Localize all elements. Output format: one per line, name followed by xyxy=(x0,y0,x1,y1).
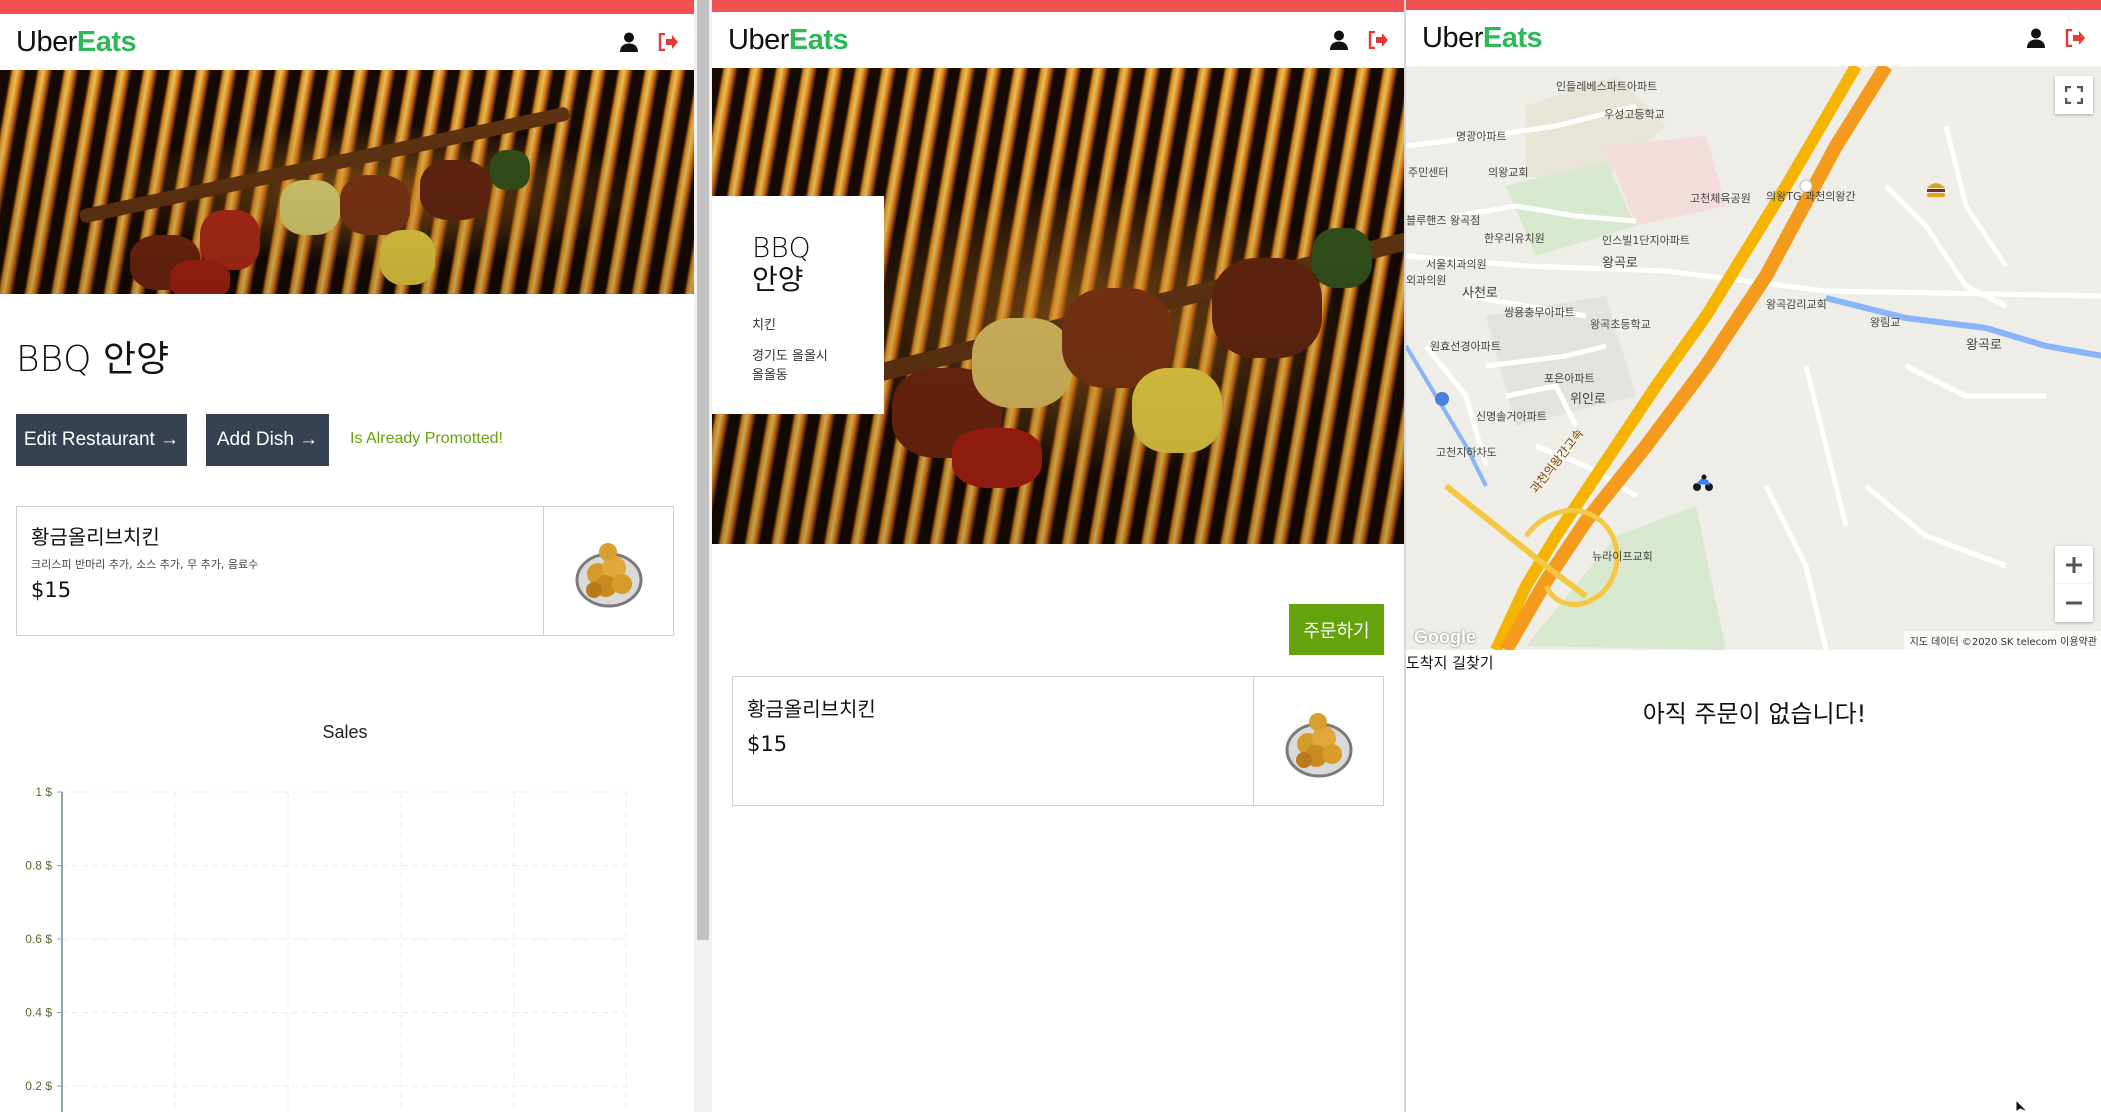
dish-photo xyxy=(1253,677,1383,805)
restaurant-marker-icon[interactable] xyxy=(1926,180,1946,202)
map-label: 의왕교회 xyxy=(1488,166,1529,179)
dish-card[interactable]: 황금올리브치킨 크리스피 반마리 추가, 소스 추가, 무 추가, 음료수 $1… xyxy=(16,506,674,636)
fullscreen-icon xyxy=(2065,86,2083,104)
top-banner xyxy=(712,0,1404,12)
logout-icon[interactable] xyxy=(2065,29,2085,47)
map-label: 원효선경아파트 xyxy=(1430,340,1501,353)
y-tick-label: 1 $ xyxy=(35,785,52,799)
owner-panel-scrollbar[interactable] xyxy=(694,0,712,1112)
map-label: 왕곡초등학교 xyxy=(1590,318,1651,331)
restaurant-name-line1: BBQ xyxy=(752,231,811,264)
logo-eats: Eats xyxy=(788,23,849,56)
map-label: 외과의원 xyxy=(1406,274,1447,287)
minus-icon xyxy=(2066,601,2082,605)
sales-chart: 1 $ 0.8 $ 0.6 $ 0.4 $ 0.2 $ xyxy=(25,785,627,1112)
logout-icon[interactable] xyxy=(1368,31,1388,49)
top-banner xyxy=(0,0,694,14)
restaurant-title: BBQ 안양 xyxy=(16,339,170,380)
dish-photo xyxy=(543,507,673,635)
user-icon[interactable] xyxy=(620,32,638,52)
map-label: 한우리유치원 xyxy=(1484,232,1545,245)
map-label: 왕림교 xyxy=(1870,316,1901,329)
map-label: 인스빌1단지아파트 xyxy=(1602,234,1690,247)
map-label: 위인로 xyxy=(1570,392,1606,407)
map-label: 우성고등학교 xyxy=(1604,108,1665,121)
promotion-status: Is Already Promotted! xyxy=(350,430,503,447)
uber-eats-logo[interactable]: UberEats xyxy=(16,25,137,59)
chicken-image-icon xyxy=(1285,713,1352,778)
header: UberEats xyxy=(0,14,694,70)
map-roads xyxy=(1406,66,2101,650)
owner-panel: UberEats BBQ 안양 Edit Restaurant → Add Di… xyxy=(0,0,694,1112)
driver-panel: UberEats 인들레베스파트아파트 우성고등학교 명광아파트 주민센터 의왕… xyxy=(1404,0,2101,1112)
restaurant-info-box: BBQ 안양 치킨 경기도 올올시올올동 xyxy=(712,196,884,414)
map-label: 쌍용충무아파트 xyxy=(1504,306,1575,319)
map-label: 왕곡감리교회 xyxy=(1766,298,1827,311)
map-label: 고천지하차도 xyxy=(1436,446,1497,459)
map-label: 신명솔거아파트 xyxy=(1476,410,1547,423)
y-tick-label: 0.4 $ xyxy=(25,1006,52,1020)
zoom-in-button[interactable] xyxy=(2055,546,2093,584)
restaurant-cover-image xyxy=(0,70,694,294)
map-label: 명광아파트 xyxy=(1456,130,1507,143)
logout-icon[interactable] xyxy=(658,33,678,51)
logo-uber: Uber xyxy=(728,23,789,56)
uber-eats-logo[interactable]: UberEats xyxy=(1422,21,1543,55)
map-label: 왕곡로 xyxy=(1602,256,1638,271)
delivery-map[interactable]: 인들레베스파트아파트 우성고등학교 명광아파트 주민센터 의왕교회 고천체육공원… xyxy=(1406,66,2101,650)
mouse-cursor-icon xyxy=(2016,1100,2029,1112)
logo-uber: Uber xyxy=(1422,21,1483,54)
dish-price: $15 xyxy=(31,578,72,602)
y-tick-label: 0.2 $ xyxy=(25,1079,52,1093)
logo-uber: Uber xyxy=(16,25,77,58)
no-orders-message: 아직 주문이 없습니다! xyxy=(1642,700,1867,728)
map-label: 인들레베스파트아파트 xyxy=(1556,80,1658,93)
add-dish-button[interactable]: Add Dish → xyxy=(206,414,329,466)
top-banner xyxy=(1406,0,2101,10)
dish-name: 황금올리브치킨 xyxy=(31,525,160,549)
map-label: 왕곡로 xyxy=(1966,338,2002,353)
header: UberEats xyxy=(712,12,1404,68)
restaurant-category[interactable]: 치킨 xyxy=(752,314,864,333)
uber-eats-logo[interactable]: UberEats xyxy=(728,23,849,57)
map-label: 주민센터 xyxy=(1408,166,1449,179)
map-label: 사천로 xyxy=(1462,286,1498,301)
directions-label[interactable]: 도착지 길찾기 xyxy=(1406,652,1494,673)
restaurant-address-line2: 올올동 xyxy=(752,368,788,383)
map-label: 서울치과의원 xyxy=(1426,258,1487,271)
zoom-out-button[interactable] xyxy=(2055,584,2093,622)
user-icon[interactable] xyxy=(2027,28,2045,48)
map-attribution[interactable]: 지도 데이터 ©2020 SK telecom 이용약관 xyxy=(1903,631,2101,650)
fullscreen-button[interactable] xyxy=(2055,76,2093,114)
restaurant-address-line1: 경기도 올올시 xyxy=(752,349,828,364)
driver-location-icon[interactable] xyxy=(1692,474,1714,496)
scrollbar-thumb[interactable] xyxy=(697,0,709,940)
edit-restaurant-button[interactable]: Edit Restaurant → xyxy=(16,414,187,466)
dish-card[interactable]: 황금올리브치킨 $15 xyxy=(732,676,1384,806)
map-label: 뉴라이프교회 xyxy=(1592,550,1653,563)
restaurant-name-line2: 안양 xyxy=(752,263,804,296)
user-icon[interactable] xyxy=(1330,30,1348,50)
google-logo: Google xyxy=(1414,627,1476,647)
header: UberEats xyxy=(1406,10,2101,66)
order-button[interactable]: 주문하기 xyxy=(1289,604,1384,655)
customer-panel: UberEats BBQ 안양 치킨 경기도 올올시올올동 주문하기 황금올리브치… xyxy=(712,0,1404,1112)
logo-eats: Eats xyxy=(76,25,137,58)
sales-chart-title: Sales xyxy=(322,722,368,742)
map-label: 고천체육공원 xyxy=(1690,192,1751,205)
y-tick-label: 0.6 $ xyxy=(25,932,52,946)
logo-eats: Eats xyxy=(1482,21,1543,54)
dish-options: 크리스피 반마리 추가, 소스 추가, 무 추가, 음료수 xyxy=(31,558,259,571)
dish-price: $15 xyxy=(747,732,788,756)
map-label: 의왕TG 과천의왕간 xyxy=(1766,190,1856,203)
plus-icon xyxy=(2066,557,2082,573)
map-label: 포은아파트 xyxy=(1544,372,1595,385)
map-label: 블루핸즈 왕곡점 xyxy=(1406,214,1481,227)
dish-name: 황금올리브치킨 xyxy=(747,697,876,721)
y-tick-label: 0.8 $ xyxy=(25,859,52,873)
chicken-image-icon xyxy=(575,543,642,608)
